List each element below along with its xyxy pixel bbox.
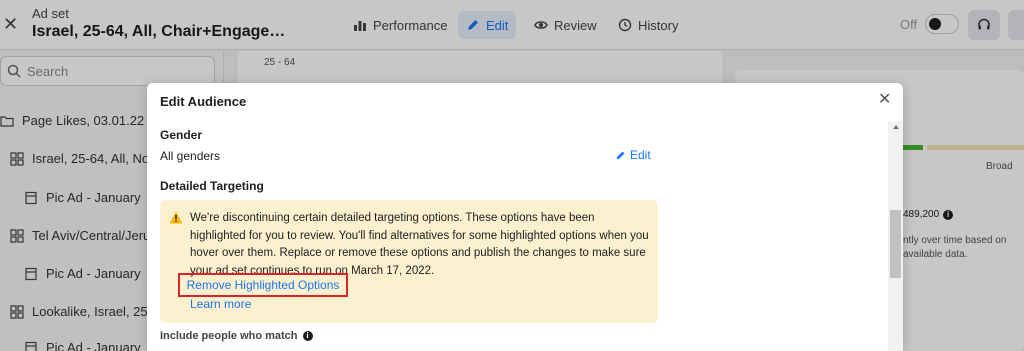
gender-label: Gender	[160, 128, 203, 142]
close-icon[interactable]: ✕	[878, 92, 891, 108]
detailed-targeting-label: Detailed Targeting	[160, 179, 264, 193]
learn-more-link[interactable]: Learn more	[190, 297, 251, 311]
remove-highlighted-options-label: Remove Highlighted Options	[186, 278, 340, 292]
edit-audience-modal: Edit Audience ✕ Gender All genders Edit …	[147, 83, 903, 351]
gender-value: All genders	[160, 149, 221, 163]
targeting-warning-banner: We're discontinuing certain detailed tar…	[160, 200, 658, 323]
scroll-up-arrow[interactable]	[893, 125, 899, 129]
pencil-icon	[616, 151, 625, 159]
edit-label: Edit	[630, 148, 651, 162]
scroll-thumb[interactable]	[890, 210, 901, 278]
warning-text: We're discontinuing certain detailed tar…	[190, 212, 649, 277]
include-people-label: Include people who match i	[160, 330, 313, 342]
gender-edit-link[interactable]: Edit	[615, 148, 651, 162]
warning-icon	[169, 211, 183, 224]
remove-highlighted-options-button[interactable]: Remove Highlighted Options	[178, 273, 348, 297]
modal-title: Edit Audience	[160, 94, 247, 109]
include-people-text: Include people who match	[160, 330, 298, 342]
info-icon[interactable]: i	[302, 331, 313, 341]
